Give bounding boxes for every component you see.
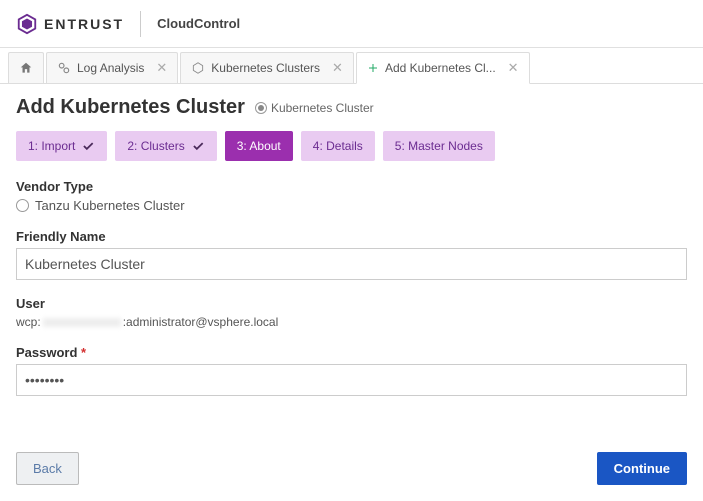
redacted-segment — [43, 318, 121, 327]
wizard-step-clusters[interactable]: 2: Clusters — [115, 131, 216, 161]
friendly-name-field: Friendly Name — [16, 229, 687, 280]
wizard-step-about[interactable]: 3: About — [225, 131, 293, 161]
badge-label: Kubernetes Cluster — [271, 101, 374, 115]
tab-log-analysis[interactable]: Log Analysis ✕ — [46, 52, 178, 83]
vendor-type-label: Vendor Type — [16, 179, 687, 194]
wizard-steps: 1: Import 2: Clusters 3: About 4: Detail… — [16, 131, 687, 161]
close-icon[interactable]: ✕ — [332, 60, 343, 76]
friendly-name-input[interactable] — [16, 248, 687, 280]
brand-name: ENTRUST — [44, 16, 124, 32]
step-label: 4: Details — [313, 139, 363, 153]
user-label: User — [16, 296, 687, 311]
tab-kubernetes-clusters[interactable]: Kubernetes Clusters ✕ — [180, 52, 354, 83]
brand-logo: ENTRUST — [16, 13, 124, 35]
tab-add-kubernetes[interactable]: Add Kubernetes Cl... ✕ — [356, 52, 530, 84]
hexagon-logo-icon — [16, 13, 38, 35]
plus-icon — [367, 62, 379, 74]
footer-actions: Back Continue — [0, 452, 703, 485]
vendor-option-tanzu[interactable]: Tanzu Kubernetes Cluster — [16, 198, 687, 213]
title-row: Add Kubernetes Cluster Kubernetes Cluste… — [16, 96, 687, 119]
check-icon — [81, 139, 95, 153]
vendor-option-label: Tanzu Kubernetes Cluster — [35, 198, 185, 213]
product-name: CloudControl — [157, 16, 240, 31]
page-content: Add Kubernetes Cluster Kubernetes Cluste… — [0, 84, 703, 424]
home-icon — [19, 61, 33, 75]
page-title: Add Kubernetes Cluster — [16, 96, 245, 119]
continue-button[interactable]: Continue — [597, 452, 687, 485]
step-label: 5: Master Nodes — [395, 139, 483, 153]
password-label: Password * — [16, 345, 687, 360]
tab-label: Kubernetes Clusters — [211, 61, 320, 75]
tab-label: Log Analysis — [77, 61, 144, 75]
back-button[interactable]: Back — [16, 452, 79, 485]
wizard-step-master-nodes[interactable]: 5: Master Nodes — [383, 131, 495, 161]
title-badge: Kubernetes Cluster — [255, 101, 374, 115]
step-label: 2: Clusters — [127, 139, 184, 153]
check-icon — [191, 139, 205, 153]
required-asterisk: * — [77, 345, 86, 360]
wizard-step-details[interactable]: 4: Details — [301, 131, 375, 161]
user-value: wcp: :administrator@vsphere.local — [16, 315, 687, 329]
header-divider — [140, 11, 141, 37]
tab-label: Add Kubernetes Cl... — [385, 61, 496, 75]
app-header: ENTRUST CloudControl — [0, 0, 703, 48]
close-icon[interactable]: ✕ — [508, 60, 519, 76]
close-icon[interactable]: ✕ — [156, 60, 167, 76]
wizard-step-import[interactable]: 1: Import — [16, 131, 107, 161]
step-label: 3: About — [237, 139, 281, 153]
analysis-icon — [57, 61, 71, 75]
kube-icon — [191, 61, 205, 75]
user-field: User wcp: :administrator@vsphere.local — [16, 296, 687, 329]
tab-home[interactable] — [8, 52, 44, 83]
radio-icon — [255, 102, 267, 114]
radio-icon — [16, 199, 29, 212]
tab-bar: Log Analysis ✕ Kubernetes Clusters ✕ Add… — [0, 48, 703, 84]
password-field: Password * — [16, 345, 687, 396]
password-label-text: Password — [16, 345, 77, 360]
password-input[interactable] — [16, 364, 687, 396]
user-prefix: wcp: — [16, 315, 41, 329]
step-label: 1: Import — [28, 139, 75, 153]
friendly-name-label: Friendly Name — [16, 229, 687, 244]
user-suffix: :administrator@vsphere.local — [123, 315, 279, 329]
